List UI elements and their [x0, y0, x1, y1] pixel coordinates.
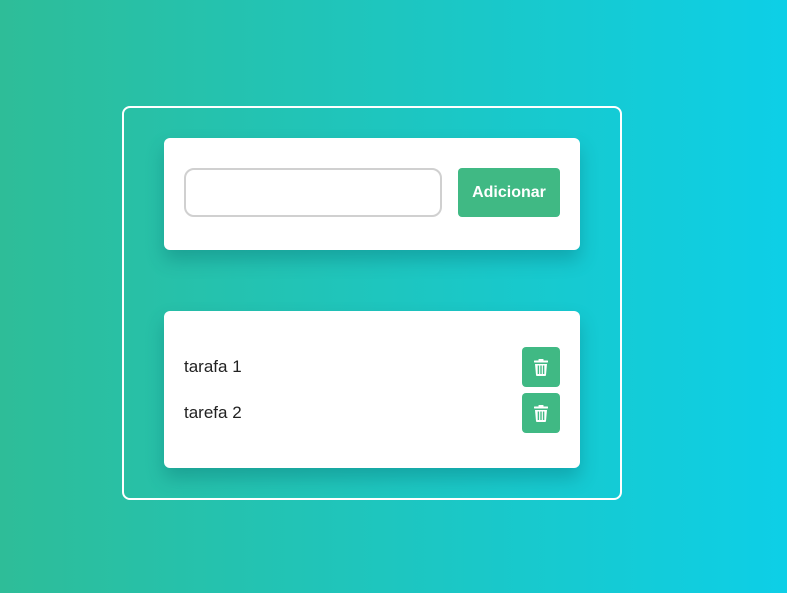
task-item: tarefa 2 [184, 393, 560, 433]
task-label: tarefa 2 [184, 403, 242, 422]
delete-task-button[interactable] [522, 393, 560, 433]
add-task-button[interactable]: Adicionar [458, 168, 560, 217]
trash-icon [534, 404, 548, 422]
delete-task-button[interactable] [522, 347, 560, 387]
trash-icon [534, 358, 548, 376]
task-label: tarafa 1 [184, 357, 242, 376]
task-item: tarafa 1 [184, 347, 560, 387]
add-task-card: Adicionar [164, 138, 580, 250]
task-list: tarafa 1 tarefa 2 [164, 311, 580, 468]
task-input[interactable] [184, 168, 442, 217]
